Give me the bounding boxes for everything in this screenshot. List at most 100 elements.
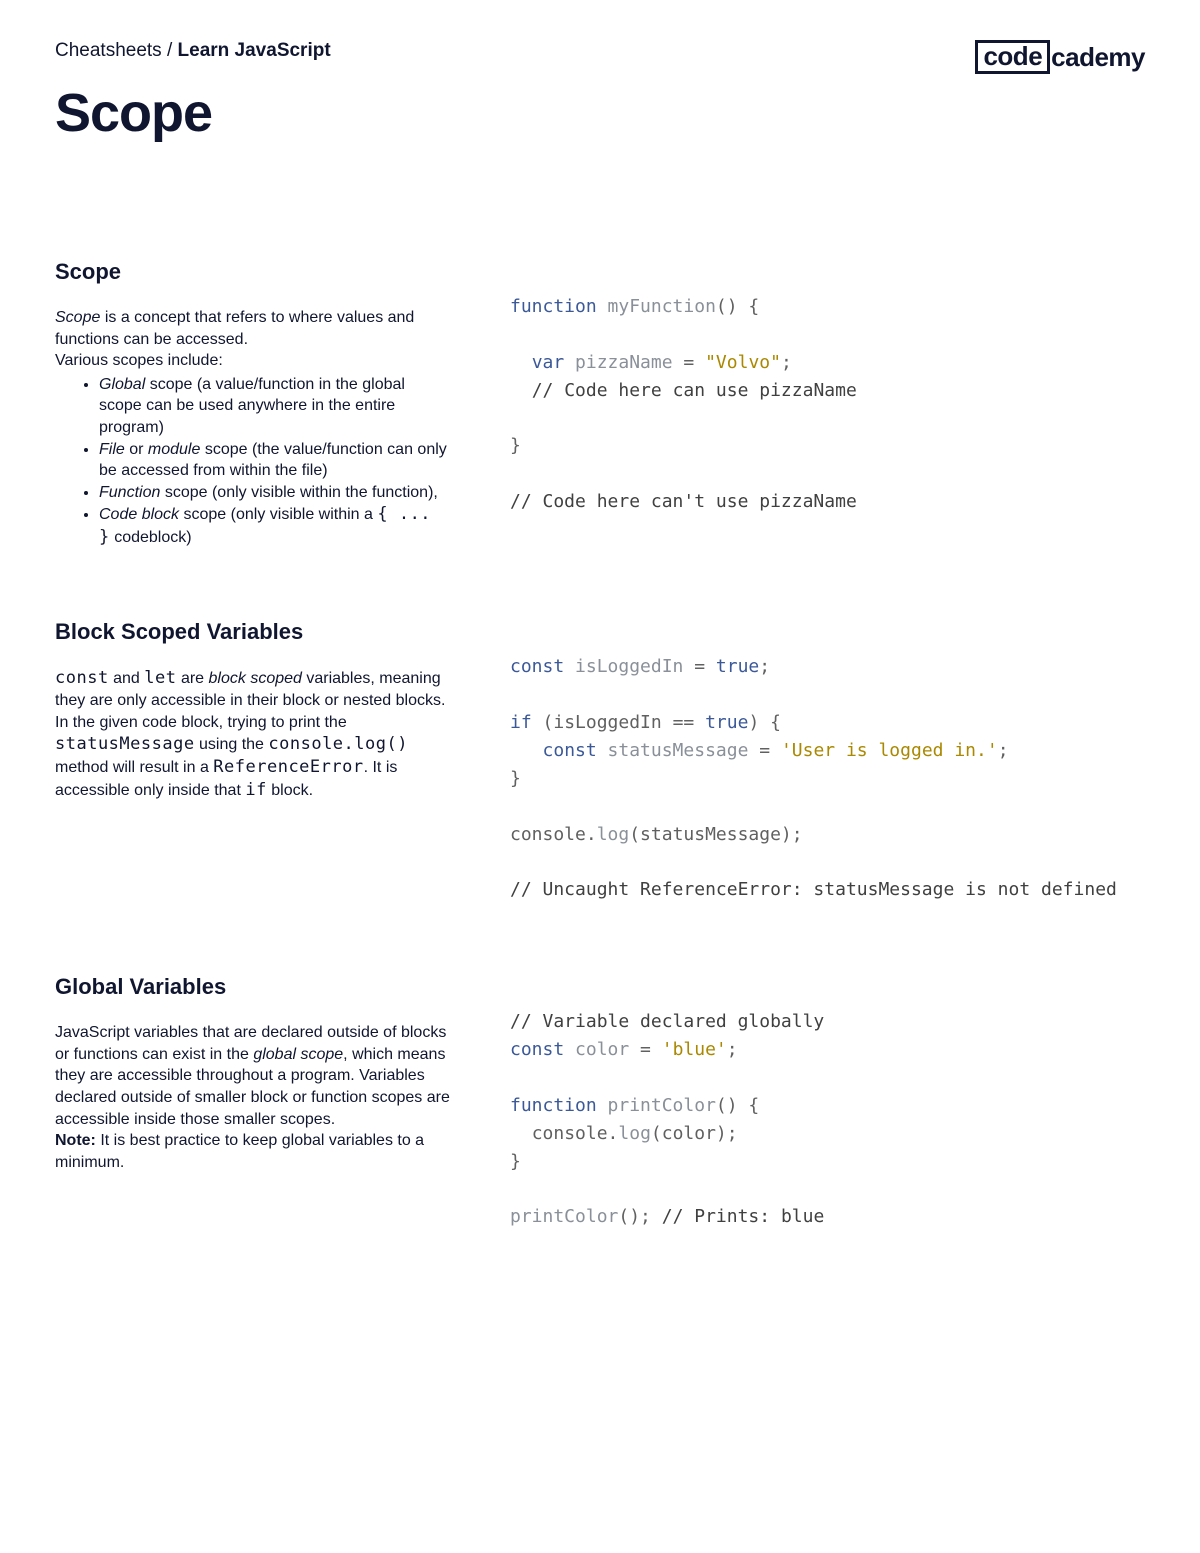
section-scope-code: function myFunction() { var pizzaName = … <box>510 259 1145 549</box>
scope-list: Global scope (a value/function in the gl… <box>55 374 450 549</box>
scope-li4-rest1: scope (only visible within a <box>179 506 377 523</box>
tok: // Prints: blue <box>662 1206 825 1227</box>
scope-li3: Function scope (only visible within the … <box>99 482 450 504</box>
tok: true <box>716 656 759 677</box>
block-p: const and let are block scoped variables… <box>55 667 450 802</box>
section-scope-text: Scope Scope is a concept that refers to … <box>55 259 450 549</box>
tok: (color); <box>651 1123 738 1144</box>
block-c3: statusMessage <box>55 734 195 754</box>
tok: = <box>673 352 706 373</box>
breadcrumb-part1: Cheatsheets / <box>55 40 178 61</box>
block-c2: let <box>144 668 176 688</box>
tok: } <box>510 768 521 789</box>
block-t7: block. <box>267 782 313 799</box>
tok: = <box>629 1039 662 1060</box>
tok: const <box>510 656 564 677</box>
scope-body: Scope is a concept that refers to where … <box>55 307 450 549</box>
tok: ; <box>727 1039 738 1060</box>
tok: const <box>510 740 597 761</box>
tok: ; <box>998 740 1009 761</box>
section-block-code: const isLoggedIn = true; if (isLoggedIn … <box>510 619 1145 904</box>
tok: console. <box>510 824 597 845</box>
tok: 'User is logged in.' <box>781 740 998 761</box>
section-global: Global Variables JavaScript variables th… <box>55 974 1145 1231</box>
tok: var <box>510 352 564 373</box>
tok: function <box>510 296 597 317</box>
scope-p1-italic: Scope <box>55 309 100 326</box>
tok: statusMessage <box>597 740 749 761</box>
global-heading: Global Variables <box>55 974 450 1000</box>
block-t2: are <box>177 670 209 687</box>
scope-li4-italic: Code block <box>99 506 179 523</box>
tok: const <box>510 1039 564 1060</box>
block-c6: if <box>245 780 266 800</box>
block-c1: const <box>55 668 109 688</box>
tok: pizzaName <box>564 352 672 373</box>
tok: color <box>564 1039 629 1060</box>
section-block-text: Block Scoped Variables const and let are… <box>55 619 450 904</box>
tok: console. <box>510 1123 618 1144</box>
tok: if <box>510 712 532 733</box>
tok: () { <box>716 296 759 317</box>
scope-li2: File or module scope (the value/function… <box>99 439 450 482</box>
scope-p1: Scope is a concept that refers to where … <box>55 307 450 350</box>
block-c5: ReferenceError <box>213 757 363 777</box>
scope-li4: Code block scope (only visible within a … <box>99 503 450 549</box>
global-p2: Note: It is best practice to keep global… <box>55 1130 450 1173</box>
block-t4: using the <box>195 736 269 753</box>
tok: ; <box>781 352 792 373</box>
global-p2-bold: Note: <box>55 1132 96 1149</box>
logo-left: code <box>975 40 1050 74</box>
scope-li4-rest2: codeblock) <box>110 529 192 546</box>
tok: () { <box>716 1095 759 1116</box>
block-heading: Block Scoped Variables <box>55 619 450 645</box>
tok: } <box>510 435 521 456</box>
scope-li1-rest: scope (a value/function in the global sc… <box>99 376 405 436</box>
block-body: const and let are block scoped variables… <box>55 667 450 802</box>
global-body: JavaScript variables that are declared o… <box>55 1022 450 1173</box>
page-title: Scope <box>55 82 1145 144</box>
tok: log <box>597 824 630 845</box>
tok: true <box>705 712 748 733</box>
tok: printColor <box>597 1095 716 1116</box>
tok: ; <box>759 656 770 677</box>
scope-p2: Various scopes include: <box>55 350 450 372</box>
logo-right: cademy <box>1050 42 1145 73</box>
tok: = <box>748 740 781 761</box>
section-global-code: // Variable declared globally const colo… <box>510 974 1145 1231</box>
section-block: Block Scoped Variables const and let are… <box>55 619 1145 904</box>
block-t5: method will result in a <box>55 759 213 776</box>
block-i1: block scoped <box>209 670 302 687</box>
codecademy-logo: codecademy <box>975 40 1145 74</box>
scope-heading: Scope <box>55 259 450 285</box>
block-code-block: const isLoggedIn = true; if (isLoggedIn … <box>510 653 1145 904</box>
tok: (isLoggedIn == <box>532 712 705 733</box>
tok: log <box>618 1123 651 1144</box>
block-t1: and <box>109 670 145 687</box>
scope-li2-i2: module <box>148 441 200 458</box>
global-p1: JavaScript variables that are declared o… <box>55 1022 450 1130</box>
tok: (); <box>618 1206 661 1227</box>
tok: } <box>510 1151 521 1172</box>
scope-li1-italic: Global <box>99 376 145 393</box>
tok: myFunction <box>597 296 716 317</box>
breadcrumb-part2: Learn JavaScript <box>178 40 331 61</box>
scope-li1: Global scope (a value/function in the gl… <box>99 374 450 439</box>
scope-code-block: function myFunction() { var pizzaName = … <box>510 293 1145 516</box>
tok: // Code here can use pizzaName <box>510 380 857 401</box>
tok: // Uncaught ReferenceError: statusMessag… <box>510 879 1117 900</box>
tok: (statusMessage); <box>629 824 802 845</box>
tok: // Variable declared globally <box>510 1011 824 1032</box>
tok: // Code here can't use pizzaName <box>510 491 857 512</box>
tok: isLoggedIn <box>564 656 683 677</box>
global-p2-rest: It is best practice to keep global varia… <box>55 1132 424 1171</box>
tok: "Volvo" <box>705 352 781 373</box>
tok: ) { <box>748 712 781 733</box>
scope-li3-italic: Function <box>99 484 160 501</box>
scope-li3-rest: scope (only visible within the function)… <box>160 484 437 501</box>
global-p1-italic: global scope <box>253 1046 343 1063</box>
scope-li2-i1: File <box>99 441 125 458</box>
tok: function <box>510 1095 597 1116</box>
breadcrumb: Cheatsheets / Learn JavaScript <box>55 40 331 62</box>
section-scope: Scope Scope is a concept that refers to … <box>55 259 1145 549</box>
